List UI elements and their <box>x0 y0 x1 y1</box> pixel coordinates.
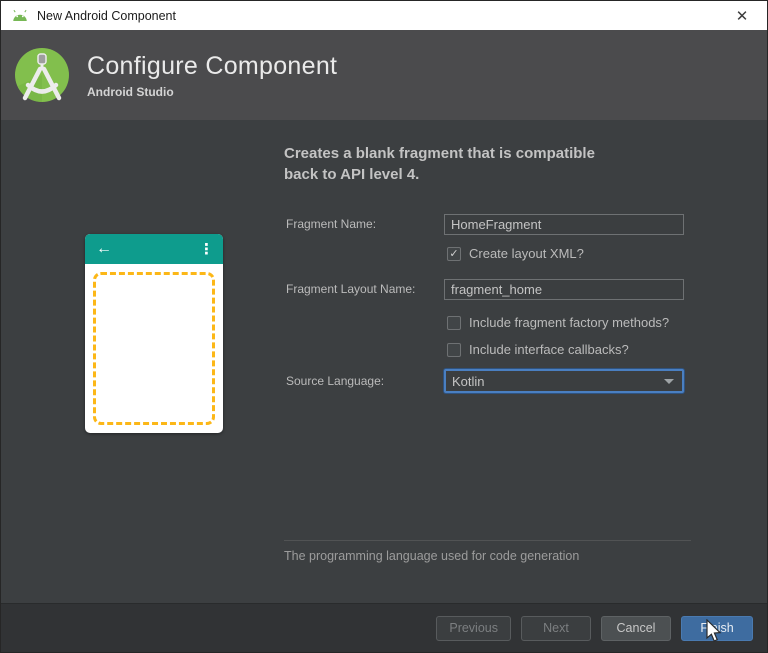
close-icon[interactable]: ✕ <box>725 1 759 30</box>
wizard-body: ← ⋮ Creates a blank fragment that is com… <box>1 120 767 603</box>
back-arrow-icon: ← <box>96 240 112 257</box>
checkbox-unchecked-icon[interactable] <box>447 315 461 330</box>
preview-appbar: ← ⋮ <box>85 234 223 264</box>
component-description: Creates a blank fragment that is compati… <box>284 145 595 183</box>
overflow-menu-icon: ⋮ <box>199 241 214 258</box>
previous-button[interactable]: Previous <box>436 615 511 641</box>
finish-button[interactable]: Finish <box>681 615 753 641</box>
include-factory-row[interactable]: Include fragment factory methods? <box>447 315 669 330</box>
android-studio-logo-icon <box>13 46 71 104</box>
wizard-button-bar: Previous Next Cancel Finish <box>1 603 767 652</box>
next-button[interactable]: Next <box>521 615 591 641</box>
cancel-button[interactable]: Cancel <box>601 615 671 641</box>
fragment-name-label: Fragment Name: <box>286 217 377 231</box>
field-hint-text: The programming language used for code g… <box>284 549 580 563</box>
fragment-name-input[interactable] <box>444 214 684 235</box>
dropdown-arrow-icon <box>664 379 674 384</box>
titlebar: New Android Component ✕ <box>1 1 767 30</box>
fragment-layout-name-input[interactable] <box>444 279 684 300</box>
create-layout-xml-label: Create layout XML? <box>469 246 584 261</box>
page-title: Configure Component <box>87 51 338 80</box>
page-subtitle: Android Studio <box>87 84 174 99</box>
checkbox-unchecked-icon[interactable] <box>447 342 461 357</box>
header-text: Configure Component Android Studio <box>87 52 337 99</box>
source-language-select[interactable]: Kotlin <box>444 369 684 393</box>
create-layout-xml-row[interactable]: ✓ Create layout XML? <box>447 246 584 261</box>
include-factory-label: Include fragment factory methods? <box>469 315 670 330</box>
include-callbacks-label: Include interface callbacks? <box>469 342 629 357</box>
fragment-preview: ← ⋮ <box>85 234 223 433</box>
hint-divider <box>284 540 691 541</box>
new-android-component-dialog: New Android Component ✕ Configure Compon… <box>0 0 768 653</box>
checkbox-checked-icon[interactable]: ✓ <box>447 246 461 261</box>
android-robot-icon <box>11 9 29 22</box>
source-language-label: Source Language: <box>286 374 385 388</box>
fragment-layout-name-label: Fragment Layout Name: <box>286 282 416 296</box>
wizard-header: Configure Component Android Studio <box>1 30 767 120</box>
fragment-dashed-area <box>93 272 215 425</box>
include-callbacks-row[interactable]: Include interface callbacks? <box>447 342 629 357</box>
window-title: New Android Component <box>37 8 176 23</box>
source-language-value: Kotlin <box>452 373 485 389</box>
